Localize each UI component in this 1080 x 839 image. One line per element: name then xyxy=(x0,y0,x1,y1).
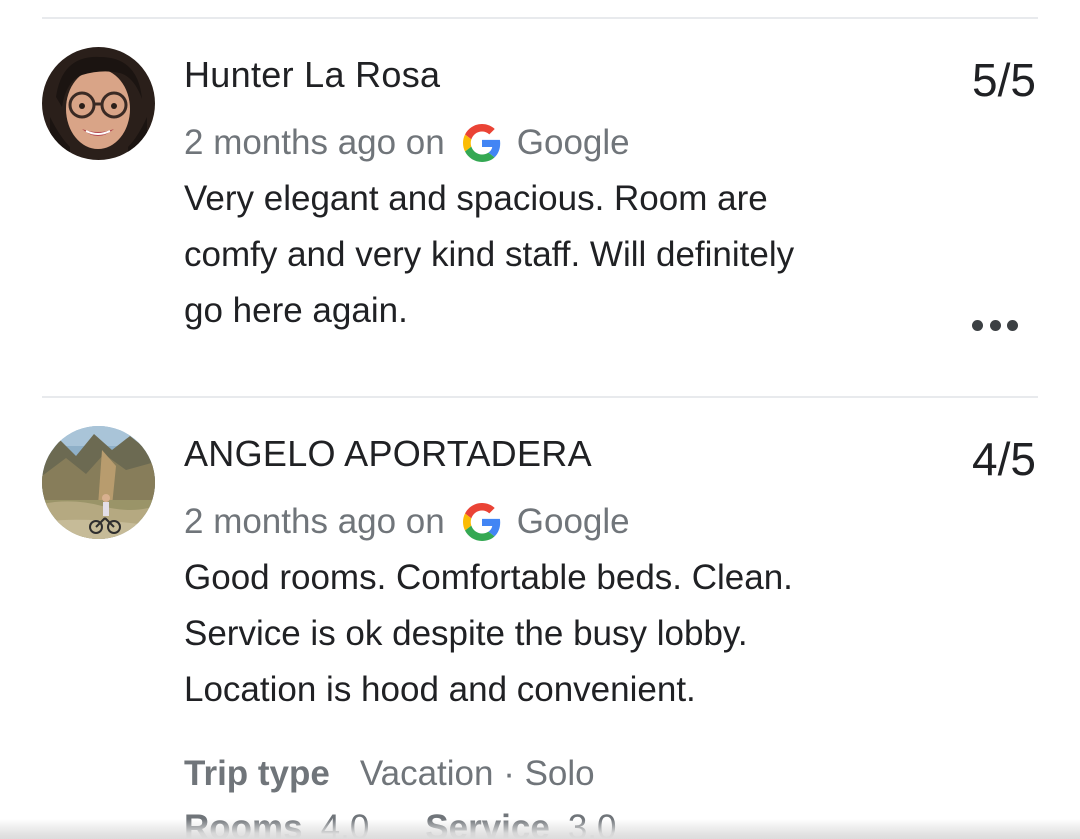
review-text-line: go here again. xyxy=(184,291,408,330)
more-horiz-icon xyxy=(1007,319,1018,331)
more-options-button[interactable] xyxy=(972,318,1018,332)
more-horiz-icon xyxy=(972,319,983,331)
avatar[interactable] xyxy=(42,426,155,539)
more-horiz-icon xyxy=(989,319,1001,331)
google-g-icon xyxy=(462,503,500,541)
divider xyxy=(42,396,1038,398)
review-source: Google xyxy=(516,502,630,541)
trip-type: Trip type Vacation · Solo xyxy=(184,752,595,796)
review-time: 2 months ago on xyxy=(184,502,445,541)
review-text: Very elegant and spacious. Room are comf… xyxy=(184,171,944,339)
review-text-line: Good rooms. Comfortable beds. Clean. xyxy=(184,558,793,597)
review-text: Good rooms. Comfortable beds. Clean. Ser… xyxy=(184,550,944,718)
author-name[interactable]: ANGELO APORTADERA xyxy=(184,432,592,476)
review-text-line: Very elegant and spacious. Room are xyxy=(184,179,768,218)
review-time: 2 months ago on xyxy=(184,123,445,162)
review-text-line: comfy and very kind staff. Will definite… xyxy=(184,235,795,274)
avatar[interactable] xyxy=(42,47,155,160)
review-text-line: Service is ok despite the busy lobby. xyxy=(184,614,748,653)
trip-type-label: Trip type xyxy=(184,754,330,793)
reviews-page: Hunter La Rosa 5/5 2 months ago on Googl… xyxy=(0,0,1080,839)
review-text-line: Location is hood and convenient. xyxy=(184,670,696,709)
google-g-icon xyxy=(462,124,500,162)
author-name[interactable]: Hunter La Rosa xyxy=(184,53,440,97)
review-meta: 2 months ago on Google xyxy=(184,500,630,544)
landscape-cyclist-icon xyxy=(42,426,155,539)
portrait-woman-glasses-icon xyxy=(42,47,155,160)
trip-type-value: Vacation · Solo xyxy=(359,754,595,793)
rating-score: 5/5 xyxy=(972,54,1036,106)
divider xyxy=(42,17,1038,19)
review-source: Google xyxy=(516,123,630,162)
bottom-shadow xyxy=(0,819,1080,839)
review-meta: 2 months ago on Google xyxy=(184,121,630,165)
rating-score: 4/5 xyxy=(972,433,1036,485)
